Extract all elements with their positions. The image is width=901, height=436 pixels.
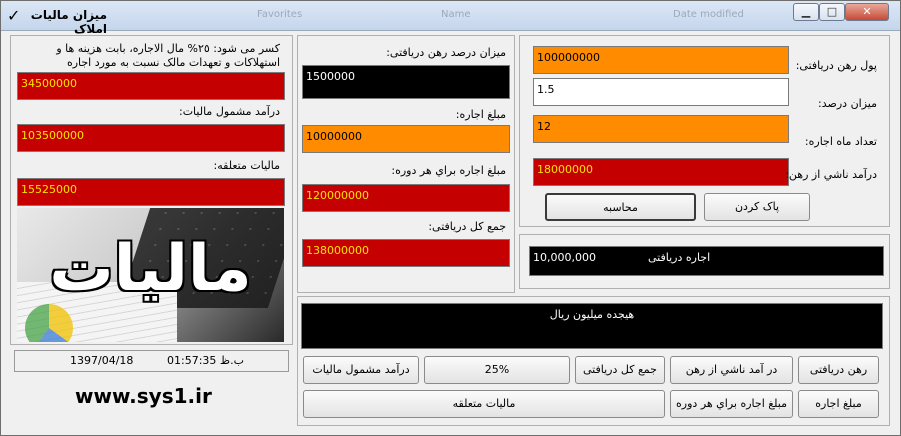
mortgage-percent-label: میزان درصد رهن دریافتی:	[386, 46, 506, 59]
close-button[interactable]: ✕	[845, 3, 889, 21]
percent-button[interactable]: 25%	[424, 356, 570, 384]
mortgage-income-label: درآمد ناشي از رهن:	[785, 168, 877, 181]
ghost-favorites-text: Favorites	[257, 9, 303, 20]
taxable-income-button[interactable]: درآمد مشمول مالیات	[303, 356, 419, 384]
rent-display-label: اجاره دریافتی	[648, 251, 711, 264]
percent-label: میزان درصد:	[818, 97, 877, 110]
close-icon: ✕	[862, 5, 872, 18]
tax-due-field[interactable]: 15525000	[17, 178, 285, 206]
mortgage-percent-field[interactable]: 1500000	[302, 65, 510, 99]
mortgage-income-field[interactable]: 18000000	[533, 158, 789, 186]
rent-months-label: تعداد ماه اجاره:	[804, 135, 877, 148]
maximize-icon: □	[826, 5, 838, 18]
website-link[interactable]: www.sys1.ir	[75, 384, 212, 408]
app-window: ✓ میزان مالیات املاک Favorites Name Date…	[0, 0, 901, 436]
rent-amount-label: مبلغ اجاره:	[455, 108, 506, 121]
received-mortgage-button[interactable]: رهن دریافتی	[798, 356, 879, 384]
total-received-label: جمع کل دریافتی:	[428, 220, 506, 233]
deduction-text: کسر می شود: ٢٥% مال الاجاره، بابت هزینه …	[56, 42, 280, 69]
ghost-name-text: Name	[441, 9, 471, 20]
rent-amount-button[interactable]: مبلغ اجاره	[798, 390, 879, 418]
minimize-icon: ▁	[801, 5, 811, 18]
received-mortgage-field[interactable]: 100000000	[533, 46, 789, 74]
ghost-date-text: Date modified	[673, 9, 744, 20]
rent-per-period-label: مبلغ اجاره براي هر دوره:	[391, 164, 506, 177]
rent-per-period-field[interactable]: 120000000	[302, 184, 510, 212]
taxable-income-field[interactable]: 103500000	[17, 124, 285, 152]
title-bar[interactable]: ✓ میزان مالیات املاک Favorites Name Date…	[1, 1, 900, 36]
rent-per-period-button[interactable]: مبلغ اجاره براي هر دوره	[670, 390, 793, 418]
window-title: میزان مالیات املاک	[30, 8, 107, 36]
deduction-field[interactable]: 34500000	[17, 72, 285, 100]
total-received-field[interactable]: 138000000	[302, 239, 510, 267]
received-mortgage-label: پول رهن دریافتی:	[795, 59, 877, 72]
tax-due-button[interactable]: مالیات متعلقه	[303, 390, 665, 418]
maximize-button[interactable]: □	[819, 3, 845, 21]
percent-field[interactable]: 1.5	[533, 78, 789, 106]
tax-due-label: مالیات متعلقه:	[213, 159, 280, 172]
status-bar: 01:57:35 ب.ظ 1397/04/18	[14, 350, 289, 372]
clear-button[interactable]: پاک کردن	[704, 193, 810, 221]
image-word: مالیات	[49, 232, 252, 306]
status-date: 1397/04/18	[70, 354, 134, 367]
rent-months-field[interactable]: 12	[533, 115, 789, 143]
calculate-button[interactable]: محاسبه	[545, 193, 696, 221]
amount-in-words-field: هیجده میلیون ریال	[301, 303, 883, 349]
rent-display-value: 10,000,000	[533, 251, 596, 264]
rent-amount-field[interactable]: 10000000	[302, 125, 510, 153]
taxable-income-label: درآمد مشمول مالیات:	[179, 105, 280, 118]
status-time: 01:57:35 ب.ظ	[167, 354, 244, 367]
tax-image: مالیات	[17, 208, 284, 342]
rent-display-field: 10,000,000 اجاره دریافتی	[529, 246, 884, 276]
mortgage-income-button[interactable]: در آمد ناشي از رهن	[670, 356, 793, 384]
total-received-button[interactable]: جمع کل دریافتی	[575, 356, 665, 384]
minimize-button[interactable]: ▁	[793, 3, 819, 21]
